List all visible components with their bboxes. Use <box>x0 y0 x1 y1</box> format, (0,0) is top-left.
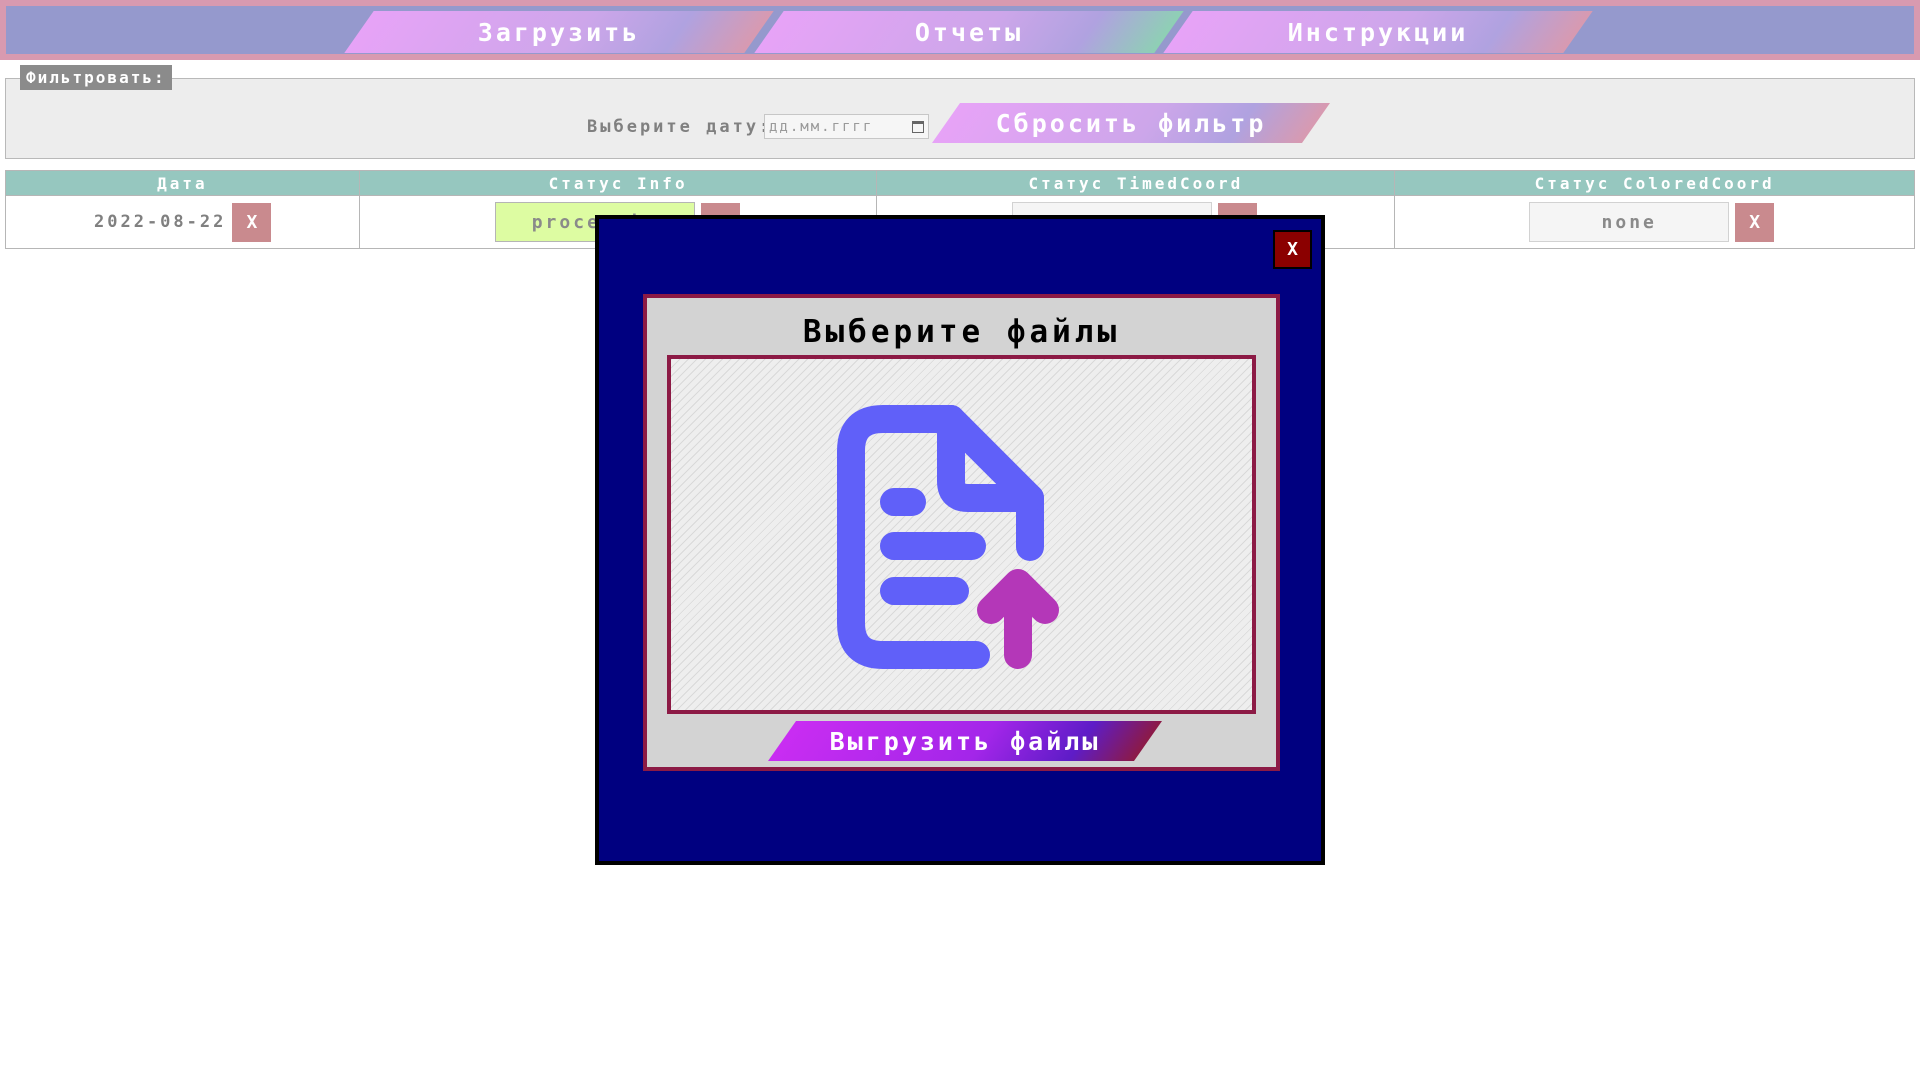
upload-files-button[interactable]: Выгрузить файлы <box>767 721 1163 761</box>
nav-reports-button[interactable]: Отчеты <box>754 11 1184 53</box>
colored-cell-content: none X <box>1395 202 1914 242</box>
upload-files-label: Выгрузить файлы <box>829 726 1101 756</box>
date-cell-content: 2022-08-22 X <box>6 202 359 242</box>
file-dropzone[interactable] <box>667 355 1256 714</box>
colored-status-value: none <box>1529 202 1730 242</box>
reset-filter-button[interactable]: Сбросить фильтр <box>931 103 1331 143</box>
date-filter-label: Выберите дату: <box>587 117 773 137</box>
colored-status-cell: none X <box>1394 195 1915 249</box>
row-date: 2022-08-22 <box>94 212 227 232</box>
date-filter-input[interactable]: дд.мм.гггг <box>764 114 929 139</box>
column-header-colored-status: Статус ColoredCoord <box>1394 170 1915 196</box>
upload-title: Выберите файлы <box>802 314 1121 350</box>
nav-reports-label: Отчеты <box>914 17 1024 47</box>
nav-upload-button[interactable]: Загрузить <box>344 11 774 53</box>
file-upload-icon <box>837 405 1059 669</box>
nav-upload-label: Загрузить <box>477 17 641 47</box>
delete-colored-button[interactable]: X <box>1735 202 1775 242</box>
nav-instructions-label: Инструкции <box>1287 17 1469 47</box>
top-navigation: Загрузить Отчеты Инструкции <box>0 0 1920 60</box>
filter-panel: Фильтровать: Выберите дату: дд.мм.гггг С… <box>5 65 1915 159</box>
filter-legend: Фильтровать: <box>20 65 172 90</box>
column-header-info-status: Статус Info <box>358 170 878 196</box>
column-header-date: Дата <box>5 170 360 196</box>
upload-panel: Выберите файлы Выгрузить файлы <box>643 294 1280 771</box>
nav-instructions-button[interactable]: Инструкции <box>1163 11 1593 53</box>
delete-date-button[interactable]: X <box>232 202 272 242</box>
upload-modal: X Выберите файлы Выгрузить файлы <box>595 215 1325 865</box>
date-cell: 2022-08-22 X <box>5 195 360 249</box>
calendar-icon[interactable] <box>912 120 924 133</box>
modal-close-button[interactable]: X <box>1273 230 1312 269</box>
column-header-timed-status: Статус TimedCoord <box>876 170 1396 196</box>
date-placeholder: дд.мм.гггг <box>769 118 874 135</box>
reset-filter-label: Сбросить фильтр <box>995 108 1267 138</box>
table-header-row: Дата Статус Info Статус TimedCoord Стату… <box>5 170 1915 196</box>
